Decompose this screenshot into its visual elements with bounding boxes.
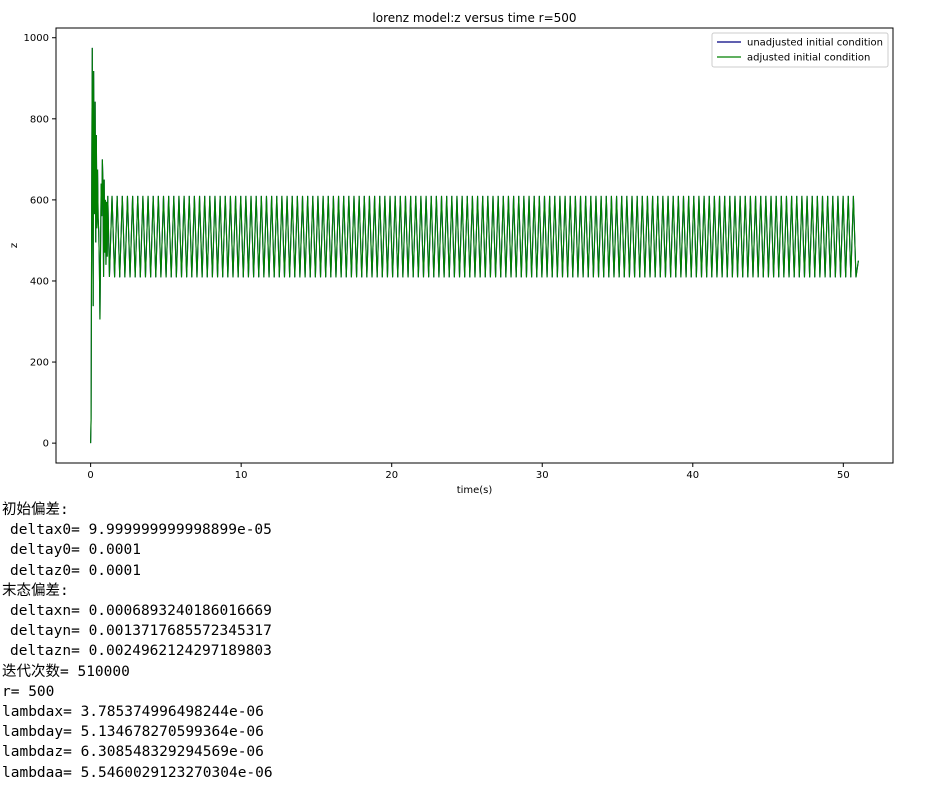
series-line-adjusted — [90, 47, 859, 444]
x-tick-label: 20 — [385, 470, 398, 481]
x-tick-label: 50 — [837, 470, 850, 481]
x-axis-label: time(s) — [457, 485, 493, 496]
output-line: lambdaa= 5.5460029123270304e-06 — [2, 764, 273, 781]
output-line: r= 500 — [2, 683, 55, 700]
x-tick-label: 10 — [235, 470, 248, 481]
y-tick-label: 0 — [43, 439, 49, 450]
x-tick-label: 0 — [87, 470, 93, 481]
output-line: deltazn= 0.0024962124297189803 — [10, 643, 272, 660]
y-tick-label: 200 — [30, 358, 49, 369]
series-lines — [90, 47, 859, 444]
output-line: lambday= 5.134678270599364e-06 — [2, 724, 264, 741]
output-line: deltax0= 9.999999999998899e-05 — [10, 522, 272, 539]
x-tick-label: 30 — [536, 470, 549, 481]
console-output: 初始偏差: deltax0= 9.999999999998899e-05 delta… — [2, 500, 273, 783]
y-axis-label: z — [9, 243, 20, 248]
output-line: 末态偏差: — [2, 582, 69, 599]
output-line: deltaz0= 0.0001 — [10, 562, 141, 579]
legend: unadjusted initial condition adjusted ini… — [711, 32, 889, 68]
y-tick-label: 1000 — [24, 33, 49, 44]
output-line: deltay0= 0.0001 — [10, 542, 141, 559]
axis-ticks: 0 10 20 30 40 50 0 200 400 600 800 1000 — [24, 33, 850, 481]
chart-title: lorenz model:z versus time r=500 — [372, 11, 576, 25]
output-line: 迭代次数= 510000 — [2, 663, 130, 680]
x-tick-label: 40 — [686, 470, 699, 481]
output-line: deltayn= 0.0013717685572345317 — [10, 623, 272, 640]
output-line: lambdaz= 6.308548329294569e-06 — [2, 744, 264, 761]
legend-label: unadjusted initial condition — [747, 38, 883, 49]
chart-figure: lorenz model:z versus time r=500 time(s)… — [9, 11, 894, 496]
output-line: 初始偏差: — [2, 502, 69, 518]
y-tick-label: 400 — [30, 276, 49, 287]
y-tick-label: 800 — [30, 114, 49, 125]
output-line: lambdax= 3.785374996498244e-06 — [2, 704, 264, 721]
output-line: deltaxn= 0.0006893240186016669 — [10, 603, 272, 620]
y-tick-label: 600 — [30, 195, 49, 206]
legend-label: adjusted initial condition — [747, 53, 870, 64]
